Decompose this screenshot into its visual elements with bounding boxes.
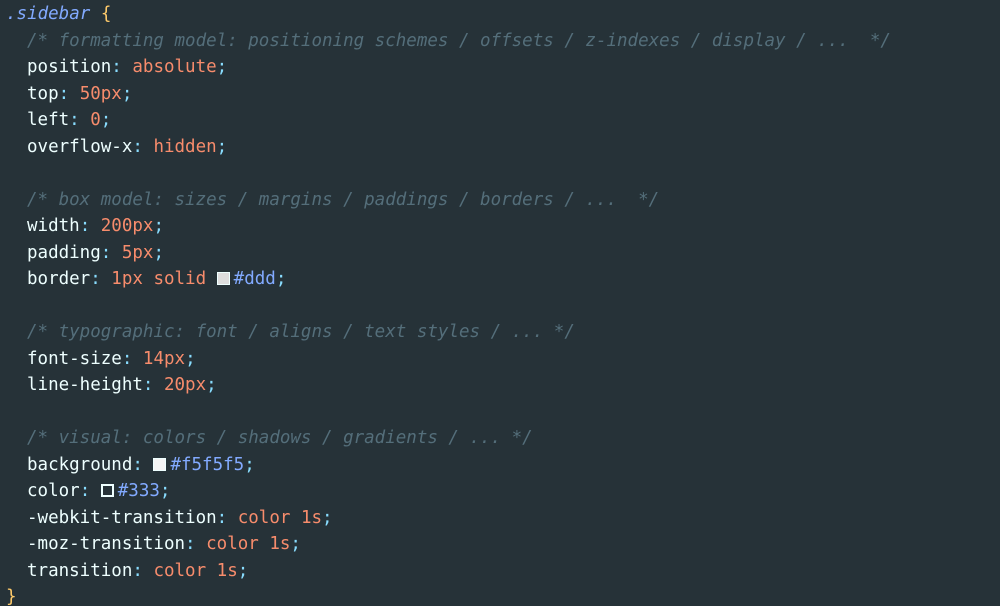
colon: : bbox=[132, 560, 154, 581]
declaration-line: color: #333; bbox=[0, 478, 1000, 505]
colon: : bbox=[79, 216, 101, 236]
property-name: color bbox=[27, 481, 80, 501]
property-name: left bbox=[27, 110, 70, 130]
property-name: position bbox=[27, 57, 112, 77]
colon: : bbox=[90, 269, 112, 289]
semicolon: ; bbox=[100, 110, 112, 130]
colon: : bbox=[216, 507, 238, 528]
code-comment: /* formatting model: positioning schemes… bbox=[27, 30, 891, 51]
declaration-line: -webkit-transition: color 1s; bbox=[0, 505, 1000, 532]
declaration-line: padding: 5px; bbox=[0, 240, 1000, 267]
semicolon: ; bbox=[322, 507, 333, 528]
code-comment: /* box model: sizes / margins / paddings… bbox=[27, 189, 660, 210]
property-name: background bbox=[27, 454, 133, 475]
close-brace: } bbox=[6, 587, 17, 606]
property-value: color 1s bbox=[206, 534, 291, 554]
semicolon: ; bbox=[153, 242, 164, 263]
declaration-line: position: absolute; bbox=[0, 54, 1000, 81]
hex-color-value: #ddd bbox=[233, 269, 276, 289]
rule-body: /* formatting model: positioning schemes… bbox=[0, 28, 1000, 585]
property-value: 5px bbox=[121, 242, 154, 263]
colon: : bbox=[111, 57, 133, 77]
colon: : bbox=[185, 534, 207, 554]
colon: : bbox=[142, 375, 164, 395]
color-swatch-icon[interactable] bbox=[153, 457, 167, 471]
comment-line: /* box model: sizes / margins / paddings… bbox=[0, 187, 1000, 214]
property-value: 20px bbox=[163, 375, 207, 395]
property-value: 50px bbox=[79, 83, 122, 104]
declaration-line: overflow-x: hidden; bbox=[0, 134, 1000, 161]
colon: : bbox=[121, 348, 143, 369]
property-name: -moz-transition bbox=[27, 534, 186, 554]
declaration-line: -moz-transition: color 1s; bbox=[0, 531, 1000, 558]
semicolon: ; bbox=[185, 348, 196, 369]
declaration-line: background: #f5f5f5; bbox=[0, 452, 1000, 479]
property-value: 1px solid bbox=[111, 269, 207, 289]
open-brace: { bbox=[100, 4, 112, 24]
colon: : bbox=[132, 136, 154, 157]
color-swatch-icon[interactable] bbox=[216, 272, 230, 285]
property-value: absolute bbox=[132, 57, 217, 77]
colon: : bbox=[132, 454, 154, 475]
property-name: top bbox=[27, 83, 59, 104]
css-selector: .sidebar bbox=[6, 4, 91, 24]
property-name: padding bbox=[27, 242, 101, 263]
semicolon: ; bbox=[121, 83, 133, 104]
code-comment: /* visual: colors / shadows / gradients … bbox=[27, 428, 533, 448]
colon: : bbox=[100, 242, 122, 263]
semicolon: ; bbox=[159, 481, 171, 501]
comment-line: /* visual: colors / shadows / gradients … bbox=[0, 425, 1000, 452]
closing-line: } bbox=[0, 584, 1000, 606]
code-editor[interactable]: .sidebar { /* formatting model: position… bbox=[0, 0, 1000, 606]
property-value: 200px bbox=[100, 216, 154, 236]
comment-line: /* typographic: font / aligns / text sty… bbox=[0, 319, 1000, 346]
comment-line: /* formatting model: positioning schemes… bbox=[0, 28, 1000, 55]
semicolon: ; bbox=[216, 136, 228, 157]
code-comment: /* typographic: font / aligns / text sty… bbox=[27, 322, 575, 342]
declaration-line: top: 50px; bbox=[0, 81, 1000, 108]
hex-color-value: #f5f5f5 bbox=[170, 454, 245, 475]
declaration-line: font-size: 14px; bbox=[0, 346, 1000, 373]
semicolon: ; bbox=[244, 454, 255, 475]
colon: : bbox=[79, 481, 101, 501]
property-value: hidden bbox=[153, 136, 217, 157]
property-name: line-height bbox=[27, 375, 143, 395]
declaration-line: left: 0; bbox=[0, 107, 1000, 134]
property-name: overflow-x bbox=[27, 136, 133, 157]
declaration-line: border: 1px solid #ddd; bbox=[0, 266, 1000, 293]
declaration-line: width: 200px; bbox=[0, 213, 1000, 240]
property-name: transition bbox=[27, 560, 133, 581]
property-value: color 1s bbox=[237, 507, 323, 528]
semicolon: ; bbox=[275, 269, 287, 289]
property-value: color 1s bbox=[153, 560, 238, 581]
semicolon: ; bbox=[153, 216, 164, 236]
property-name: font-size bbox=[27, 348, 122, 369]
hex-color-value: #333 bbox=[117, 481, 160, 501]
semicolon: ; bbox=[290, 534, 301, 554]
semicolon: ; bbox=[237, 560, 249, 581]
semicolon: ; bbox=[206, 375, 217, 395]
selector-line: .sidebar { bbox=[0, 1, 1000, 28]
property-name: width bbox=[27, 216, 80, 236]
property-name: border bbox=[27, 269, 91, 289]
semicolon: ; bbox=[216, 57, 228, 77]
property-value: 0 bbox=[90, 110, 101, 130]
declaration-line: transition: color 1s; bbox=[0, 558, 1000, 585]
colon: : bbox=[69, 110, 91, 130]
color-swatch-icon[interactable] bbox=[100, 484, 114, 497]
property-value: 14px bbox=[142, 348, 186, 369]
property-name: -webkit-transition bbox=[27, 507, 217, 528]
colon: : bbox=[58, 83, 80, 104]
declaration-line: line-height: 20px; bbox=[0, 372, 1000, 399]
